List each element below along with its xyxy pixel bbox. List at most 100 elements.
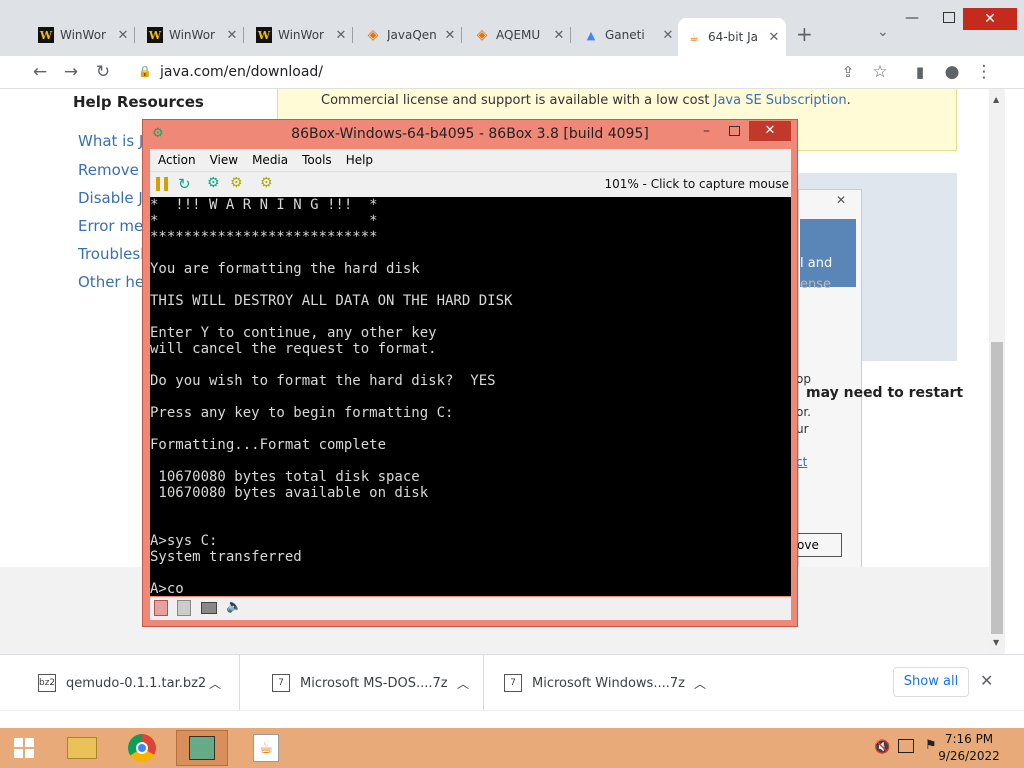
86box-window[interactable]: ⚙ 86Box-Windows-64-b4095 - 86Box 3.8 [bu… [142,119,798,627]
ctrl-alt-esc-icon[interactable]: ⚙ [230,175,243,191]
restart-notice: may need to restart [806,385,964,401]
tab-label: 64-bit Ja [708,30,758,44]
star-icon[interactable]: ☆ [868,60,892,84]
minimize-icon[interactable]: – [703,123,710,139]
windows-start-icon[interactable] [0,730,48,766]
hard-disk-icon[interactable] [201,602,217,614]
86box-close-button[interactable]: ✕ [749,121,791,141]
javaqemu-icon: ◈ [367,27,379,43]
close-icon[interactable]: ✕ [333,28,349,43]
86box-toolbar: ↻ ⚙ ⚙ ⚙ 101% - Click to capture mouse [150,171,791,197]
system-clock[interactable]: 7:16 PM 9/26/2022 [914,728,1024,768]
link-error-messages[interactable]: Error mes [78,217,151,235]
page-scrollbar[interactable]: ▲ ▼ [989,89,1005,654]
maximize-icon[interactable] [943,12,955,23]
browser-toolbar: ← → ↻ 🔒 java.com/en/download/ ⇪ ☆ ▮ ● ⋮ [0,56,1024,89]
close-icon[interactable]: ✕ [551,28,567,43]
tab-winworld-3[interactable]: W WinWor ✕ [248,22,353,48]
remove-button[interactable]: ove [792,533,842,557]
download-item-qemudo[interactable]: bz2 qemudo-0.1.1.tar.bz2 ︿ [0,655,240,711]
sound-icon[interactable]: 🔈 [226,599,242,614]
tab-java-active[interactable]: ☕ 64-bit Ja ✕ [678,18,786,56]
tab-winworld-1[interactable]: W WinWor ✕ [30,22,135,48]
java-taskbar-icon[interactable]: ☕ [240,730,292,766]
java-se-subscription-link[interactable]: Java SE Subscription [714,93,847,108]
show-all-button[interactable]: Show all [893,667,969,697]
ctrl-alt-del-icon[interactable]: ⚙ [207,175,220,191]
chrome-icon[interactable] [116,730,168,766]
dialog-banner-text: l and [800,256,833,271]
close-icon[interactable]: ✕ [224,28,240,43]
share-icon[interactable]: ⇪ [836,60,860,84]
dos-console-text: * !!! W A R N I N G !!! * * * **********… [150,197,513,596]
file-explorer-icon[interactable] [56,730,108,766]
volume-muted-icon[interactable]: 🔇 [874,740,890,755]
download-item-windows[interactable]: 7 Microsoft Windows....7z ︿ [484,655,720,711]
menu-kebab-icon[interactable]: ⋮ [972,60,996,84]
help-resources-heading: Help Resources [73,93,204,111]
floppy-icon[interactable] [154,600,168,616]
page-text: or. [796,405,811,419]
banner-text: Commercial license and support is availa… [321,93,851,108]
close-icon[interactable]: ✕ [766,30,782,45]
capture-status[interactable]: 101% - Click to capture mouse [604,177,789,191]
menu-help[interactable]: Help [346,153,373,167]
86box-status-bar: 🔈 [150,597,791,620]
scrollbar-thumb[interactable] [991,342,1003,634]
menu-view[interactable]: View [210,153,238,167]
close-icon[interactable]: ✕ [836,193,846,207]
tab-label: AQEMU [496,28,541,42]
86box-taskbar-icon[interactable] [176,730,228,766]
menu-media[interactable]: Media [252,153,288,167]
7z-file-icon: 7 [504,674,522,692]
chevron-down-icon[interactable]: ⌄ [877,24,889,40]
forward-arrow-icon[interactable]: → [59,60,83,84]
reset-icon[interactable]: ↻ [178,175,191,193]
chevron-up-icon[interactable]: ︿ [694,675,706,692]
emulated-display[interactable]: * !!! W A R N I N G !!! * * * **********… [150,197,791,596]
link-disable-java[interactable]: Disable J [78,189,143,207]
tab-strip: W WinWor ✕ W WinWor ✕ W WinWor ✕ ◈ JavaQen ✕ ◈ AQ… [0,0,1024,56]
86box-title: 86Box-Windows-64-b4095 - 86Box 3.8 [buil… [291,126,649,142]
page-text: op [796,372,811,386]
floppy-b-icon[interactable] [177,600,191,616]
tab-aqemu[interactable]: ◈ AQEMU ✕ [466,22,571,48]
address-bar[interactable]: java.com/en/download/ [160,58,860,86]
close-icon[interactable]: ✕ [442,28,458,43]
tab-ganeti[interactable]: ▲ Ganeti ✕ [575,22,680,48]
download-filename: Microsoft MS-DOS....7z [300,675,448,691]
link-what-is-java[interactable]: What is J [78,132,143,150]
tab-javaqemu[interactable]: ◈ JavaQen ✕ [357,22,462,48]
link-other-help[interactable]: Other hel [78,273,148,291]
link-remove-java[interactable]: Remove c [78,161,152,179]
close-icon[interactable]: ✕ [980,671,993,690]
network-icon[interactable] [898,739,914,753]
link-troubleshoot[interactable]: Troublesh [78,245,150,263]
tab-label: WinWor [278,28,324,42]
close-icon[interactable]: ✕ [115,28,131,43]
profile-avatar-icon[interactable]: ● [940,60,964,84]
lock-icon: 🔒 [138,65,152,78]
desktop-gap [0,710,1024,728]
reload-icon[interactable]: ↻ [91,60,115,84]
dialog-text: ense [800,277,832,292]
pause-icon[interactable] [156,177,168,191]
menu-action[interactable]: Action [158,153,196,167]
tab-winworld-2[interactable]: W WinWor ✕ [139,22,244,48]
settings-icon[interactable]: ⚙ [260,175,273,191]
sidepanel-icon[interactable]: ▮ [908,60,932,84]
winworld-icon: W [147,27,163,43]
chevron-up-icon[interactable]: ︿ [457,675,469,692]
new-tab-icon[interactable]: + [796,22,813,46]
chevron-up-icon[interactable]: ︿ [209,675,221,692]
back-arrow-icon[interactable]: ← [28,60,52,84]
winworld-icon: W [38,27,54,43]
minimize-icon[interactable]: — [905,10,919,26]
download-item-msdos[interactable]: 7 Microsoft MS-DOS....7z ︿ [240,655,484,711]
maximize-icon[interactable] [729,126,740,136]
window-close-button[interactable]: ✕ [963,8,1017,30]
menu-tools[interactable]: Tools [302,153,332,167]
tab-label: WinWor [60,28,106,42]
google-icon: ▲ [586,28,596,42]
close-icon[interactable]: ✕ [660,28,676,43]
